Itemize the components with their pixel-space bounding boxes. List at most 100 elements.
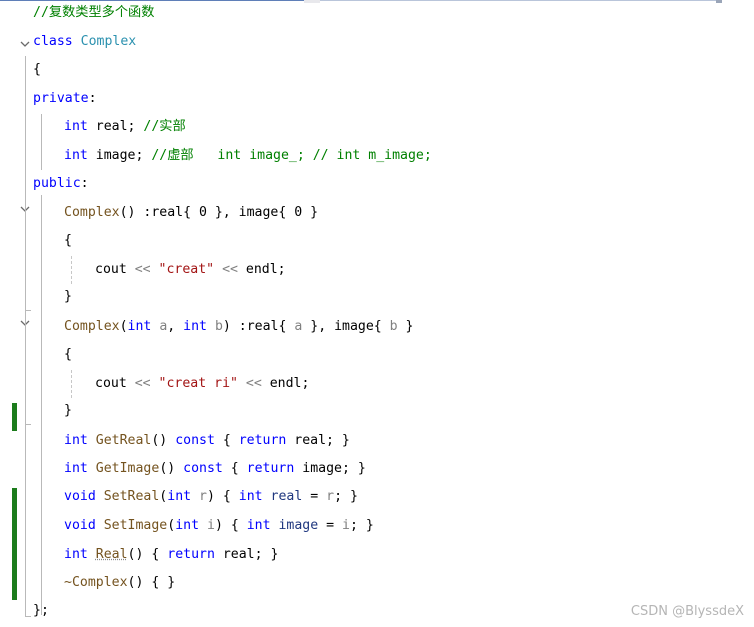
code-token: int [238, 489, 263, 504]
code-line[interactable]: private: [33, 89, 97, 109]
code-token: { [214, 433, 239, 448]
scroll-thumb[interactable] [716, 0, 722, 3]
code-token: r [326, 489, 335, 504]
code-line[interactable]: } [64, 401, 72, 421]
code-line[interactable]: public: [33, 174, 89, 194]
code-token: ; } [334, 489, 358, 504]
code-token: ) :real{ [222, 319, 295, 334]
code-token: const [183, 461, 223, 476]
code-token: "creat ri" [158, 376, 238, 391]
code-token: }, image{ [302, 319, 390, 334]
code-line[interactable]: int Real() { return real; } [64, 545, 278, 565]
code-line[interactable]: class Complex [33, 32, 136, 52]
code-token: << [134, 376, 151, 391]
code-line[interactable]: Complex() :real{ 0 }, image{ 0 } [64, 203, 318, 223]
code-token: () { } [127, 575, 176, 590]
code-token: ~Complex [64, 575, 128, 590]
code-token: GetImage [95, 461, 160, 476]
tab-strip-underline [0, 0, 304, 1]
code-token: { [64, 233, 72, 248]
code-token: << [245, 376, 262, 391]
code-token: { [222, 461, 247, 476]
code-token: "creat" [158, 262, 215, 277]
code-line[interactable]: int GetReal() const { return real; } [64, 431, 350, 451]
code-token: endl; [261, 376, 310, 391]
code-line[interactable]: cout << "creat ri" << endl; [95, 374, 309, 394]
code-token: int [183, 319, 207, 334]
code-token: ) { [206, 489, 239, 504]
code-token: SetImage [103, 518, 168, 533]
code-token: int [64, 119, 88, 134]
code-token: } [64, 403, 72, 418]
code-line[interactable]: ~Complex() { } [64, 573, 175, 593]
code-token: << [134, 262, 151, 277]
code-token: b [389, 319, 398, 334]
code-token: << [222, 262, 238, 277]
code-token: int [246, 518, 271, 533]
code-line[interactable]: { [64, 231, 72, 251]
code-token: private [33, 91, 89, 106]
code-token: int [64, 547, 88, 562]
code-line[interactable]: void SetImage(int i) { int image = i; } [64, 516, 374, 536]
fold-toggle-icon[interactable] [19, 38, 31, 50]
code-token: return [238, 433, 287, 448]
block-guide [71, 256, 72, 284]
scope-guide [41, 195, 42, 615]
watermark: CSDN @BlyssdeX [630, 604, 744, 619]
code-token: i [342, 518, 350, 533]
code-token: int [175, 518, 200, 533]
code-token: = [318, 518, 343, 533]
code-token: Complex [64, 319, 120, 334]
code-token: return [246, 461, 295, 476]
code-line[interactable]: int real; //实部 [64, 117, 186, 137]
code-token: //实部 [143, 119, 186, 134]
code-line[interactable]: void SetReal(int r) { int real = r; } [64, 487, 358, 507]
code-line[interactable]: { [64, 345, 72, 365]
code-token: cout [95, 262, 135, 277]
code-token: = [302, 489, 327, 504]
code-token: image; [87, 148, 152, 163]
code-line[interactable]: //复数类型多个函数 [33, 3, 154, 23]
code-token: Complex [64, 205, 120, 220]
code-token: : [88, 91, 97, 106]
code-token: int [64, 148, 88, 163]
code-token: SetReal [103, 489, 160, 504]
code-token: GetReal [95, 433, 152, 448]
scope-guide [41, 114, 42, 170]
code-line[interactable]: { [33, 60, 41, 80]
code-token: endl; [237, 262, 286, 277]
code-token: real; [87, 119, 144, 134]
code-line[interactable]: int GetImage() const { return image; } [64, 459, 366, 479]
code-token: image [278, 518, 319, 533]
code-token: } [397, 319, 414, 334]
code-line[interactable]: cout << "creat" << endl; [95, 260, 286, 280]
code-token: } [64, 289, 72, 304]
code-line[interactable]: Complex(int a, int b) :real{ a }, image{… [64, 317, 414, 337]
code-token: : [80, 176, 89, 191]
code-token: image; } [294, 461, 366, 476]
code-line[interactable]: } [64, 287, 72, 307]
code-token: () [151, 433, 176, 448]
code-token: Real [95, 547, 128, 562]
code-token: ) { [214, 518, 247, 533]
block-guide [71, 370, 72, 398]
code-token: void [64, 518, 96, 533]
fold-end-tick [25, 424, 31, 425]
splitter[interactable] [304, 0, 320, 3]
scope-end-tick [25, 616, 31, 617]
code-token: class [33, 34, 73, 49]
code-token: , [167, 319, 184, 334]
code-token: real; } [286, 433, 350, 448]
code-line[interactable]: int image; //虚部 int image_; // int m_ima… [64, 146, 432, 166]
fold-end-tick [25, 310, 31, 311]
